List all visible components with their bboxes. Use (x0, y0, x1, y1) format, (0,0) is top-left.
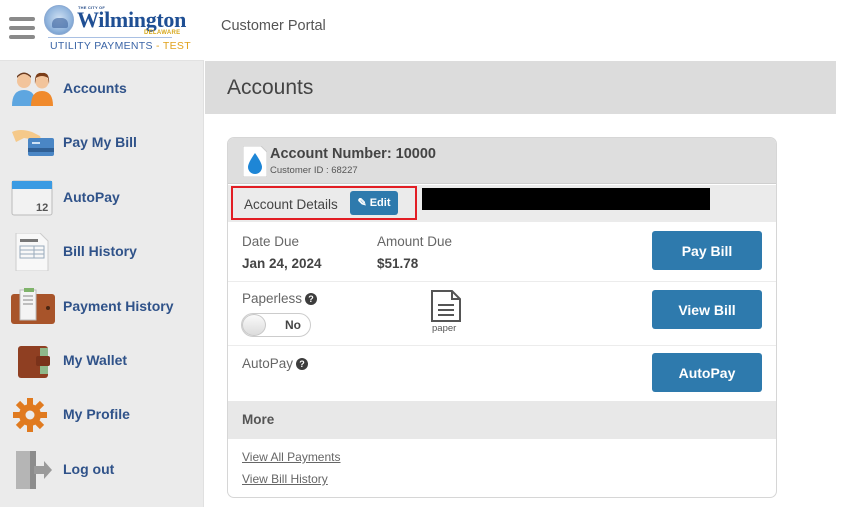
logo-subtitle-sep: - (152, 40, 163, 52)
credit-card-hand-icon (12, 130, 54, 157)
date-due-label: Date Due (242, 234, 300, 249)
autopay-label-text: AutoPay (242, 356, 294, 371)
paperless-label: Paperless? (242, 291, 318, 306)
wallet-icon (18, 345, 50, 378)
env-tag: TEST (162, 40, 191, 52)
help-icon[interactable]: ? (296, 358, 309, 370)
page-header: Accounts (205, 61, 836, 114)
account-details-label: Account Details (244, 197, 338, 212)
svg-text:12: 12 (36, 202, 48, 214)
paperless-toggle-value: No (285, 318, 301, 332)
invoice-icon (15, 233, 49, 272)
water-drop-icon (243, 146, 267, 177)
due-row: Date Due Jan 24, 2024 Amount Due $51.78 … (228, 222, 776, 282)
redacted-block (422, 188, 710, 210)
edit-button[interactable]: ✎ Edit (350, 191, 398, 215)
sidebar-item-label: My Profile (63, 406, 130, 423)
account-details-row: Account Details ✎ Edit (228, 185, 776, 222)
more-label: More (242, 412, 275, 427)
pencil-icon: ✎ (357, 197, 367, 209)
sidebar-item-label: My Wallet (63, 351, 128, 368)
logo-divider (48, 37, 172, 38)
paper-document-icon (431, 290, 461, 322)
paper-label: paper (432, 323, 457, 334)
edit-button-label: Edit (369, 197, 391, 209)
sidebar-item-label: Log out (63, 460, 115, 477)
account-card-header: Account Number: 10000 Customer ID : 6822… (228, 138, 776, 184)
city-seal-icon (44, 5, 74, 35)
hamburger-menu-icon[interactable] (9, 17, 35, 39)
gear-icon (13, 398, 47, 433)
sidebar: THE CITY OF Wilmington DELAWARE UTILITY … (0, 0, 204, 507)
autopay-button[interactable]: AutoPay (652, 353, 762, 392)
paperless-toggle[interactable]: No (241, 313, 311, 337)
amount-due-label: Amount Due (377, 234, 453, 249)
amount-due-value: $51.78 (377, 256, 419, 271)
view-all-payments-link[interactable]: View All Payments (242, 450, 341, 464)
sidebar-item-label: Accounts (63, 80, 127, 96)
portal-title: Customer Portal (221, 18, 326, 34)
sidebar-item-label: AutoPay (63, 188, 120, 205)
sidebar-item-bill-history[interactable]: Bill History (0, 225, 204, 279)
toggle-knob (242, 314, 266, 336)
paperless-label-text: Paperless (242, 291, 303, 306)
logo-subtitle-text: UTILITY PAYMENTS (50, 40, 153, 52)
page-title: Accounts (227, 76, 314, 99)
sidebar-item-label: Bill History (63, 243, 137, 260)
more-section-header: More (228, 401, 776, 439)
sidebar-item-accounts[interactable]: Accounts (0, 62, 204, 116)
view-bill-button[interactable]: View Bill (652, 290, 762, 329)
customer-id: Customer ID : 68227 (270, 165, 358, 176)
sidebar-item-label: Pay My Bill (63, 134, 137, 151)
autopay-label: AutoPay? (242, 356, 309, 371)
sidebar-item-autopay[interactable]: 12 AutoPay (0, 171, 204, 225)
view-bill-history-link[interactable]: View Bill History (242, 472, 328, 486)
autopay-row: AutoPay? AutoPay (228, 346, 776, 401)
sidebar-item-log-out[interactable]: Log out (0, 443, 204, 497)
date-due-value: Jan 24, 2024 (242, 256, 322, 271)
sidebar-item-label: Payment History (63, 297, 174, 314)
paperless-row: Paperless? No paper View Bill (228, 282, 776, 346)
receipt-wallet-icon (11, 287, 55, 324)
users-icon (12, 72, 53, 106)
account-number: Account Number: 10000 (270, 146, 436, 162)
sidebar-item-my-wallet[interactable]: My Wallet (0, 334, 204, 388)
sidebar-item-pay-my-bill[interactable]: Pay My Bill (0, 116, 204, 170)
pay-bill-button[interactable]: Pay Bill (652, 231, 762, 270)
help-icon[interactable]: ? (305, 293, 318, 305)
logo-subtitle: UTILITY PAYMENTS - TEST (50, 40, 191, 52)
sidebar-nav: Accounts Pay My Bill 12 AutoPay Bill His… (0, 62, 204, 497)
sidebar-item-payment-history[interactable]: Payment History (0, 280, 204, 334)
logo-state: DELAWARE (144, 30, 181, 36)
logout-door-icon (16, 450, 52, 489)
account-details-highlight: Account Details ✎ Edit (231, 186, 417, 220)
sidebar-item-my-profile[interactable]: My Profile (0, 388, 204, 442)
calendar-icon: 12 (11, 180, 53, 216)
account-card: Account Number: 10000 Customer ID : 6822… (227, 137, 777, 498)
logo-bar: THE CITY OF Wilmington DELAWARE UTILITY … (0, 0, 204, 61)
